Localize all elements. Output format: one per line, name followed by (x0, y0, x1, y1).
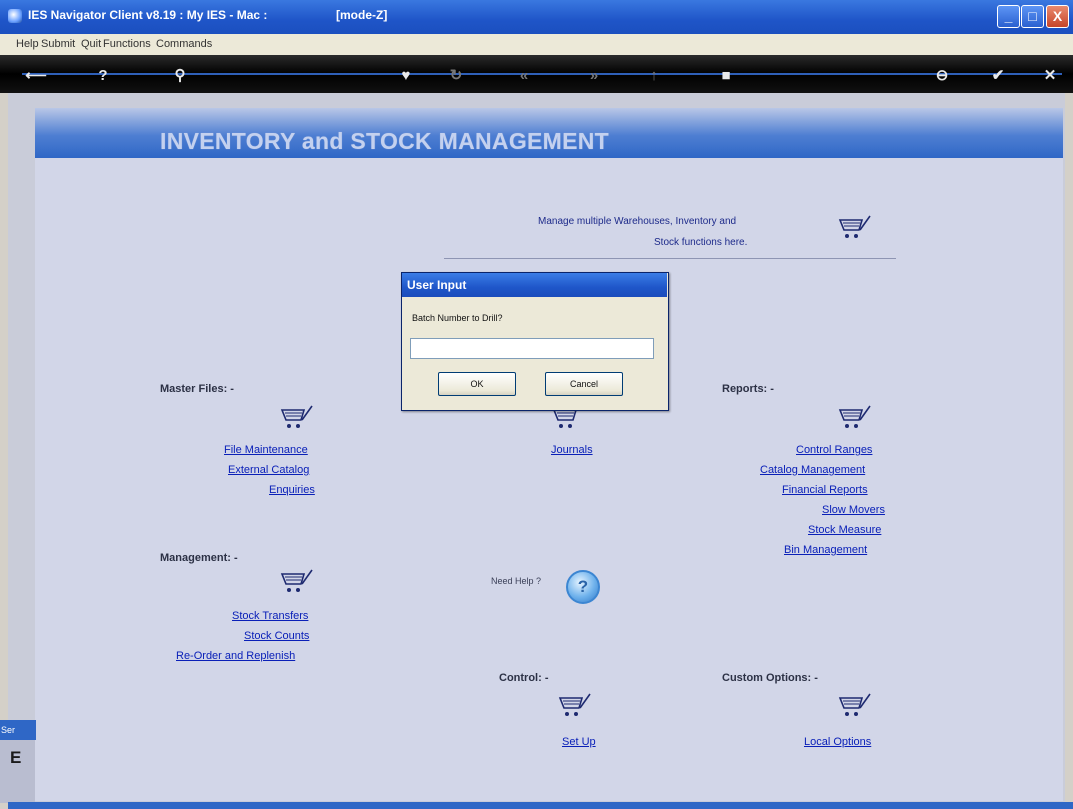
link-local-options[interactable]: Local Options (804, 736, 871, 748)
cart-icon (838, 693, 871, 716)
main-panel (35, 108, 1063, 801)
link-set-up[interactable]: Set Up (562, 736, 596, 748)
batch-number-input[interactable] (410, 338, 654, 359)
ok-button[interactable]: OK (438, 372, 516, 396)
close-window-button[interactable]: X (1046, 5, 1069, 28)
link-journals[interactable]: Journals (551, 444, 593, 456)
cart-icon (280, 569, 313, 592)
link-stock-transfers[interactable]: Stock Transfers (232, 610, 308, 622)
dialog-title: User Input (407, 278, 467, 292)
help-icon[interactable]: ? (89, 66, 117, 86)
cart-icon (558, 693, 591, 716)
control-title: Control: - (499, 672, 549, 684)
cart-icon (838, 215, 871, 238)
cancel-button[interactable]: Cancel (545, 372, 623, 396)
reports-title: Reports: - (722, 383, 774, 395)
custom-options-title: Custom Options: - (722, 672, 818, 684)
side-panel-glyph: E (10, 748, 22, 767)
link-stock-counts[interactable]: Stock Counts (244, 630, 309, 642)
help-icon[interactable]: ? (566, 570, 600, 604)
master-files-title: Master Files: - (160, 383, 234, 395)
rewind-icon[interactable]: « (510, 66, 538, 86)
search-icon[interactable]: ⚲ (166, 66, 194, 86)
app-icon[interactable] (8, 9, 22, 23)
maximize-button[interactable]: □ (1021, 5, 1044, 28)
intro-divider (444, 258, 896, 259)
menu-functions[interactable]: Functions (103, 38, 151, 50)
menu-submit[interactable]: Submit (41, 38, 75, 50)
cart-icon (838, 405, 871, 428)
menu-quit[interactable]: Quit (81, 38, 101, 50)
menu-commands[interactable]: Commands (156, 38, 212, 50)
link-financial-reports[interactable]: Financial Reports (782, 484, 868, 496)
minus-icon[interactable]: ⊖ (928, 66, 956, 86)
check-icon[interactable]: ✔ (984, 66, 1012, 86)
link-control-ranges[interactable]: Control Ranges (796, 444, 872, 456)
help-text: Need Help ? (491, 576, 542, 586)
link-catalog-management[interactable]: Catalog Management (760, 464, 865, 476)
link-slow-movers[interactable]: Slow Movers (822, 504, 885, 516)
close-icon[interactable]: ✕ (1036, 66, 1064, 86)
side-panel-header[interactable]: Ser (0, 720, 36, 740)
stop-icon[interactable]: ■ (712, 66, 740, 86)
link-stock-measure[interactable]: Stock Measure (808, 524, 881, 536)
cart-icon (280, 405, 313, 428)
link-file-maintenance[interactable]: File Maintenance (224, 444, 308, 456)
page-title: INVENTORY and STOCK MANAGEMENT (160, 128, 610, 154)
window-title: IES Navigator Client v8.19 : My IES - Ma… (28, 8, 268, 22)
window-mode: [mode-Z] (336, 8, 388, 22)
dialog-prompt: Batch Number to Drill? (412, 313, 503, 323)
link-external-catalog[interactable]: External Catalog (228, 464, 309, 476)
link-enquiries[interactable]: Enquiries (269, 484, 315, 496)
up-icon[interactable]: ↑ (640, 66, 668, 86)
back-arrow-icon[interactable]: ⟵ (22, 66, 50, 86)
minimize-button[interactable]: _ (997, 5, 1020, 28)
status-bar (8, 802, 1073, 809)
intro-text-line1: Manage multiple Warehouses, Inventory an… (538, 216, 737, 227)
management-title: Management: - (160, 552, 238, 564)
refresh-icon[interactable]: ↻ (442, 66, 470, 86)
menu-help[interactable]: Help (16, 38, 39, 50)
fast-forward-icon[interactable]: » (580, 66, 608, 86)
link-reorder-replenish[interactable]: Re-Order and Replenish (176, 650, 295, 662)
intro-text-line2: Stock functions here. (654, 237, 748, 248)
heart-icon[interactable]: ♥ (392, 66, 420, 86)
link-bin-management[interactable]: Bin Management (784, 544, 867, 556)
